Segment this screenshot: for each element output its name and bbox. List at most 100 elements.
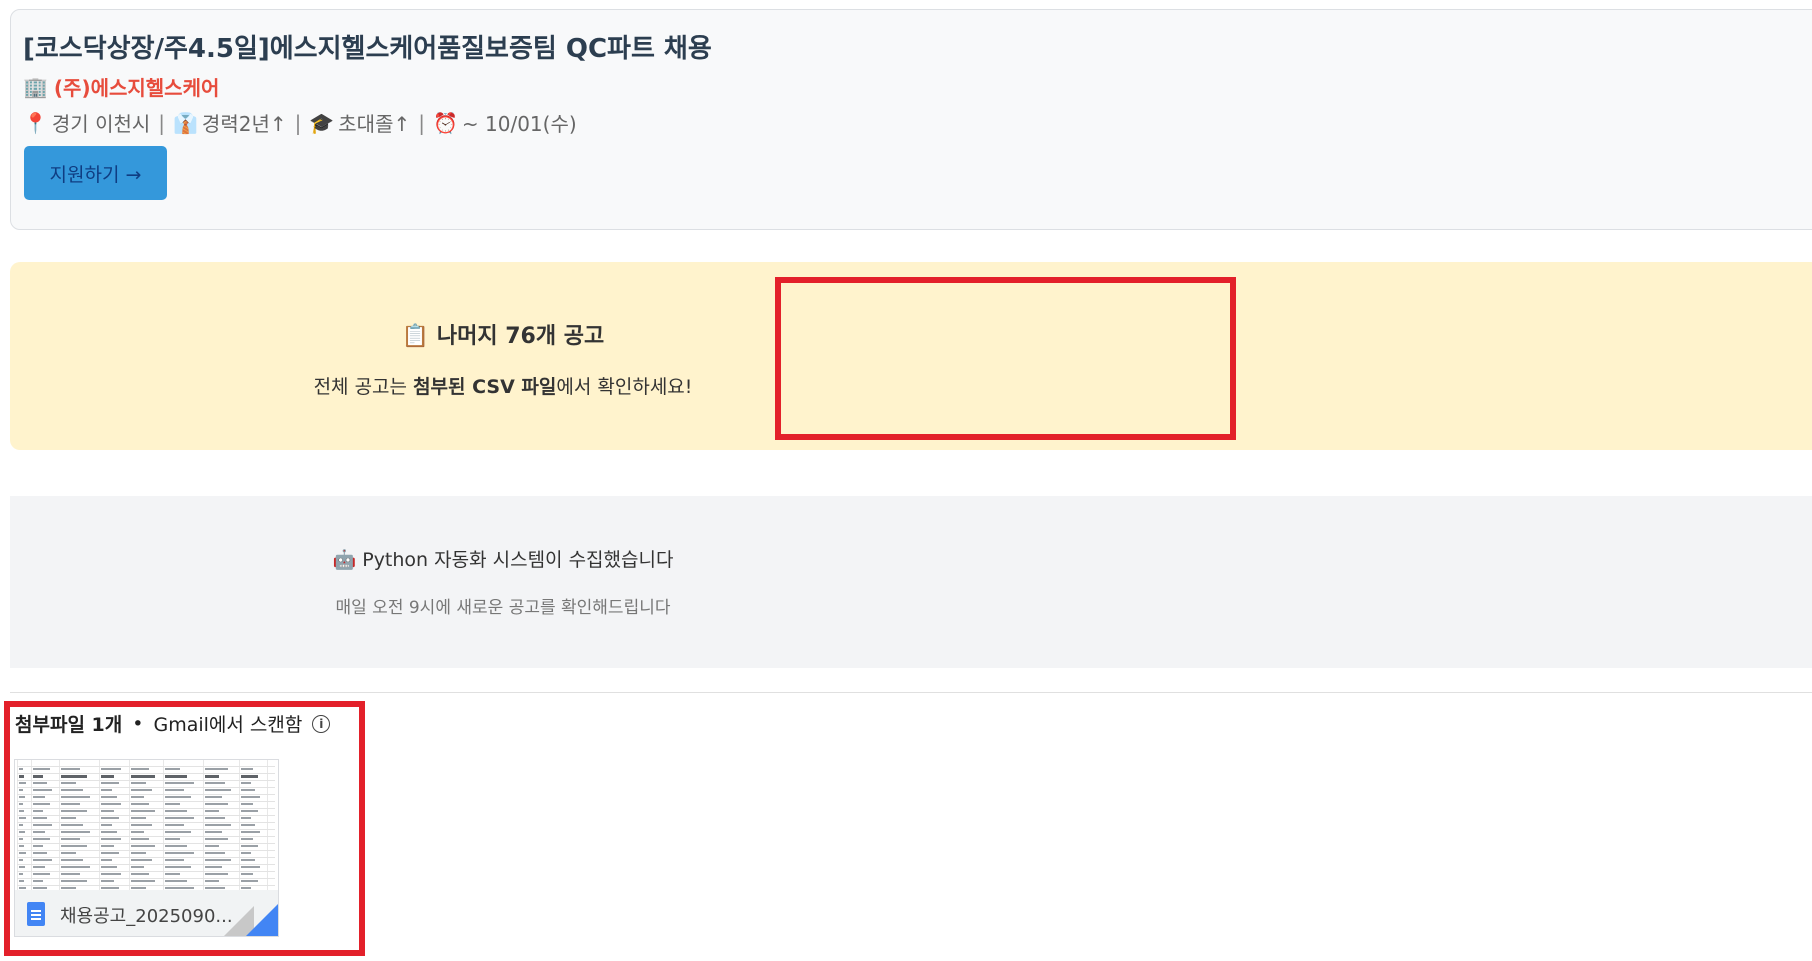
footer-subtitle: 매일 오전 9시에 새로운 공고를 확인해드립니다 xyxy=(335,598,671,618)
thumbnail-cell xyxy=(61,803,80,805)
thumbnail-cell xyxy=(33,796,45,798)
thumbnail-cell xyxy=(205,859,231,861)
thumbnail-cell xyxy=(33,873,50,875)
job-title[interactable]: [코스닥상장/주4.5일]에스지헬스케어품질보증팀 QC파트 채용 xyxy=(23,28,712,65)
thumbnail-cell xyxy=(131,803,149,805)
thumbnail-cell xyxy=(101,824,112,826)
thumbnail-cell xyxy=(19,873,23,875)
thumbnail-cell xyxy=(33,810,43,812)
thumbnail-cell xyxy=(61,817,76,819)
thumbnail-cell xyxy=(241,775,258,778)
company-label: (주)에스지헬스케어 xyxy=(53,76,220,100)
thumbnail-cell xyxy=(33,845,43,847)
thumbnail-cell xyxy=(131,845,155,847)
thumbnail-cell xyxy=(241,768,253,770)
thumbnail-cell xyxy=(101,782,119,784)
apply-button[interactable]: 지원하기 → xyxy=(24,146,167,200)
thumbnail-cell xyxy=(101,789,112,791)
thumbnail-gridline xyxy=(17,864,275,865)
thumbnail-cell xyxy=(205,775,219,778)
thumbnail-cell xyxy=(19,824,23,826)
thumbnail-cell xyxy=(101,873,121,875)
thumbnail-cell xyxy=(241,824,255,826)
thumbnail-cell xyxy=(101,796,117,798)
thumbnail-cell xyxy=(19,831,25,833)
thumbnail-gridline xyxy=(17,766,275,767)
thumbnail-gridline xyxy=(17,773,275,774)
thumbnail-cell xyxy=(101,817,119,819)
thumbnail-cell xyxy=(165,859,184,861)
thumbnail-cell xyxy=(19,775,24,778)
thumbnail-cell xyxy=(241,887,251,889)
thumbnail-cell xyxy=(131,810,155,812)
thumbnail-cell xyxy=(205,768,228,770)
thumbnail-cell xyxy=(131,859,152,861)
notice-title: 📋 나머지 76개 공고 xyxy=(0,318,1006,350)
notice-text-before: 전체 공고는 xyxy=(313,376,414,398)
thumbnail-cell xyxy=(33,880,43,882)
building-icon: 🏢 xyxy=(23,74,48,99)
thumbnail-cell xyxy=(241,880,258,882)
thumbnail-cell xyxy=(205,838,228,840)
thumbnail-cell xyxy=(165,873,180,875)
notice-text: 전체 공고는 첨부된 CSV 파일에서 확인하세요! xyxy=(0,372,1006,399)
thumbnail-cell xyxy=(33,782,47,784)
thumbnail-cell xyxy=(33,838,50,840)
separator-dot: • xyxy=(132,712,144,735)
footer-title-text: Python 자동화 시스템이 수집했습니다 xyxy=(362,549,674,571)
thumbnail-cell xyxy=(165,831,191,833)
thumbnail-cell xyxy=(205,803,228,805)
thumbnail-cell xyxy=(33,817,47,819)
thumbnail-cell xyxy=(241,859,255,861)
graduation-cap-icon: 🎓 xyxy=(309,110,335,135)
email-footer xyxy=(10,496,1812,668)
thumbnail-cell xyxy=(101,831,117,833)
thumbnail-cell xyxy=(19,887,26,889)
thumbnail-cell xyxy=(205,852,225,854)
thumbnail-cell xyxy=(205,810,219,812)
thumbnail-cell xyxy=(165,866,191,868)
thumbnail-gridline xyxy=(17,780,275,781)
thumbnail-cell xyxy=(33,803,50,805)
thumbnail-cell xyxy=(165,768,180,770)
thumbnail-cell xyxy=(241,845,258,847)
alarm-clock-icon: ⏰ xyxy=(432,110,458,135)
thumbnail-cell xyxy=(131,873,149,875)
thumbnail-cell xyxy=(165,845,187,847)
thumbnail-cell xyxy=(205,782,225,784)
attachment-card[interactable]: 채용공고_2025090... xyxy=(14,759,279,937)
thumbnail-cell xyxy=(19,859,23,861)
thumbnail-cell xyxy=(131,887,146,889)
thumbnail-gridline xyxy=(17,822,275,823)
thumbnail-cell xyxy=(101,852,119,854)
footer-title: 🤖 Python 자동화 시스템이 수집했습니다 xyxy=(0,545,1006,572)
thumbnail-cell xyxy=(33,852,47,854)
thumbnail-cell xyxy=(19,810,24,812)
thumbnail-cell xyxy=(101,859,112,861)
thumbnail-cell xyxy=(205,873,228,875)
robot-icon: 🤖 xyxy=(332,549,357,571)
thumbnail-gridline xyxy=(17,808,275,809)
thumbnail-cell xyxy=(61,873,80,875)
thumbnail-cell xyxy=(241,796,260,798)
thumbnail-gridline xyxy=(17,871,275,872)
thumbnail-cell xyxy=(241,803,253,805)
thumbnail-cell xyxy=(19,880,24,882)
thumbnail-cell xyxy=(19,803,23,805)
thumbnail-cell xyxy=(241,789,255,791)
thumbnail-cell xyxy=(205,845,219,847)
thumbnail-cell xyxy=(33,789,52,791)
thumbnail-cell xyxy=(33,887,47,889)
job-location: 경기 이천시 xyxy=(51,112,151,136)
thumbnail-gridline xyxy=(17,850,275,851)
thumbnail-cell xyxy=(101,838,121,840)
info-icon[interactable]: i xyxy=(312,714,331,733)
thumbnail-cell xyxy=(131,817,146,819)
thumbnail-cell xyxy=(61,831,90,833)
thumbnail-cell xyxy=(19,838,23,840)
thumbnail-cell xyxy=(33,768,50,770)
thumbnail-cell xyxy=(165,838,180,840)
thumbnail-cell xyxy=(131,789,152,791)
thumbnail-cell xyxy=(61,775,87,778)
thumbnail-cell xyxy=(19,782,26,784)
